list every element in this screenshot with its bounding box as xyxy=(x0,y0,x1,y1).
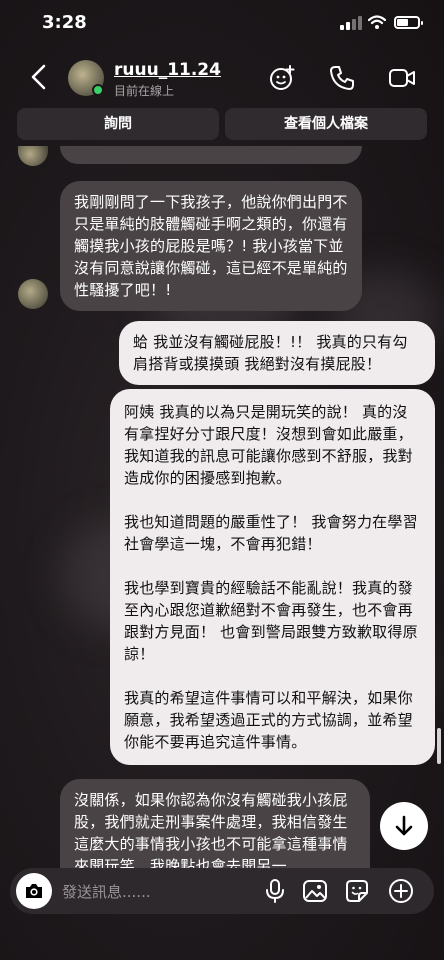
message-bubble-sent[interactable]: 蛤 我並沒有觸碰屁股！!！ 我真的只有勾肩搭背或摸摸頭 我絕對沒有摸屁股！ xyxy=(119,321,435,385)
message-paragraph: 我也知道問題的嚴重性了！ 我會努力在學習社會學這一塊，不會再犯錯！ xyxy=(124,513,418,553)
ask-button[interactable]: 詢問 xyxy=(17,108,219,140)
wifi-icon xyxy=(368,15,386,29)
message-text: 我剛剛問了一下我孩子，他說你們出門不只是單純的肢體觸碰手啊之類的，你還有觸摸我小… xyxy=(74,193,348,299)
status-time: 3:28 xyxy=(42,12,87,33)
chat-screen: 3:28 ruuu_11.24 目前在線上 詢問 查看個人檔案 我剛剛問了一下我… xyxy=(0,0,444,960)
video-icon[interactable] xyxy=(388,64,416,92)
online-indicator xyxy=(92,84,104,96)
message-bubble-received[interactable]: 沒關係，如果你認為你沒有觸碰我小孩屁股，我們就走刑事案件處理，我相信發生這麼大的… xyxy=(60,779,370,869)
arrow-down-icon xyxy=(395,815,413,836)
microphone-icon[interactable] xyxy=(262,878,288,904)
username[interactable]: ruuu_11.24 xyxy=(114,60,221,80)
message-composer: 發送訊息...... xyxy=(10,868,434,914)
scroll-to-bottom-button[interactable] xyxy=(380,802,428,850)
message-text: 蛤 我並沒有觸碰屁股！!！ 我真的只有勾肩搭背或摸摸頭 我絕對沒有摸屁股！ xyxy=(133,333,408,373)
status-bar: 3:28 xyxy=(0,0,444,48)
sticker-icon[interactable] xyxy=(344,878,370,904)
message-input[interactable]: 發送訊息...... xyxy=(62,881,151,902)
sticker-plus-icon[interactable] xyxy=(268,64,296,92)
view-profile-button[interactable]: 查看個人檔案 xyxy=(225,108,427,140)
avatar[interactable] xyxy=(18,279,48,309)
camera-icon xyxy=(26,884,42,898)
phone-icon[interactable] xyxy=(328,64,356,92)
camera-button[interactable] xyxy=(16,873,52,909)
chevron-left-icon[interactable] xyxy=(26,62,52,92)
plus-circle-icon[interactable] xyxy=(388,878,414,904)
battery-icon xyxy=(394,16,423,29)
message-paragraph: 我真的希望這件事情可以和平解決，如果你願意，我希望透過正式的方式協調，並希望你能… xyxy=(124,689,413,751)
message-bubble-partial xyxy=(60,146,362,164)
signal-icon xyxy=(340,16,362,30)
message-paragraph: 我也學到寶貴的經驗話不能亂說！我真的發至內心跟您道歉絕對不會再發生，也不會再跟對… xyxy=(124,579,418,663)
chat-header: ruuu_11.24 目前在線上 xyxy=(0,52,444,104)
message-text: 沒關係，如果你認為你沒有觸碰我小孩屁股，我們就走刑事案件處理，我相信發生這麼大的… xyxy=(74,791,348,869)
message-paragraph: 阿姨 我真的以為只是開玩笑的說！ 真的沒有拿捏好分寸跟尺度！沒想到會如此嚴重，我… xyxy=(124,403,413,487)
avatar xyxy=(18,146,48,166)
activity-status: 目前在線上 xyxy=(114,84,175,98)
message-bubble-sent[interactable]: 阿姨 我真的以為只是開玩笑的說！ 真的沒有拿捏好分寸跟尺度！沒想到會如此嚴重，我… xyxy=(110,389,435,765)
image-icon[interactable] xyxy=(302,878,328,904)
scrollbar[interactable] xyxy=(437,728,441,764)
message-bubble-received[interactable]: 我剛剛問了一下我孩子，他說你們出門不只是單純的肢體觸碰手啊之類的，你還有觸摸我小… xyxy=(60,181,362,311)
